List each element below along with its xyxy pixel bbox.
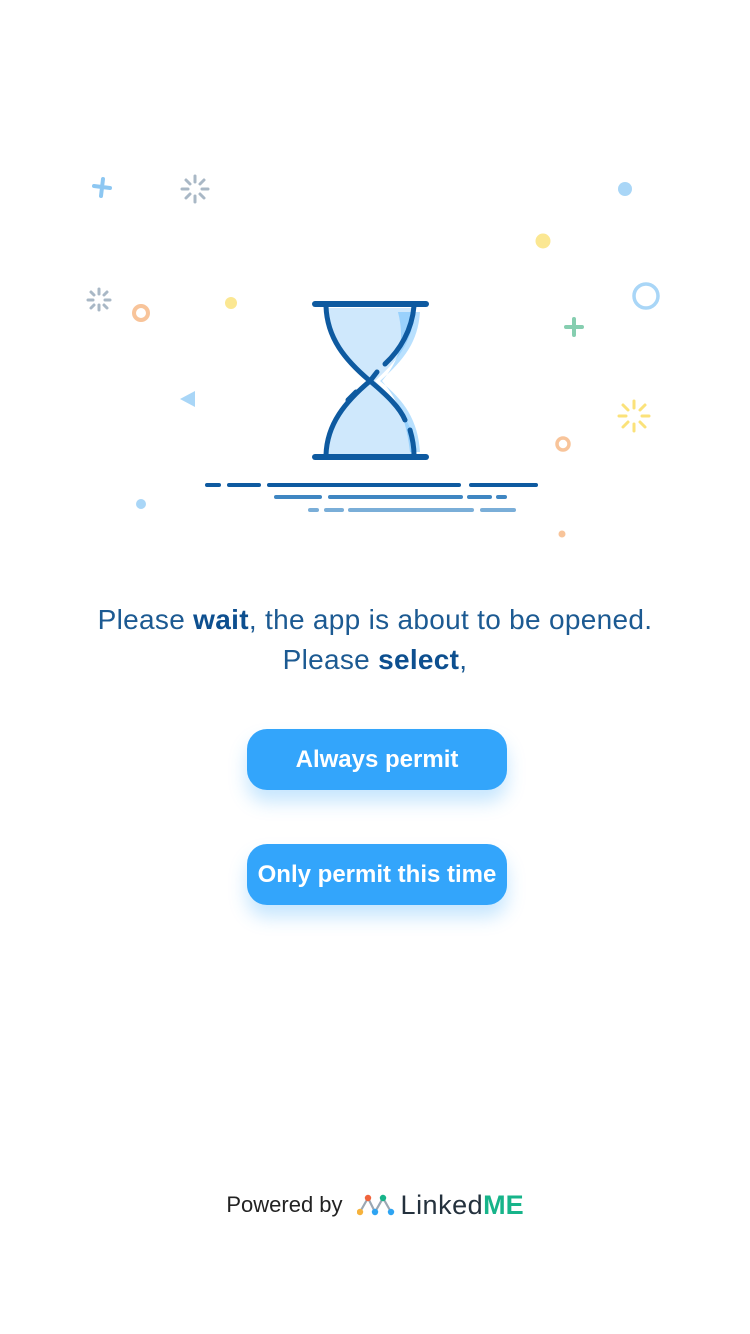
always-permit-button[interactable]: Always permit bbox=[247, 729, 507, 790]
emphasis-select: select bbox=[378, 644, 460, 675]
linkedme-logo-icon bbox=[356, 1194, 394, 1216]
brand-me-text: ME bbox=[483, 1189, 524, 1220]
only-permit-this-time-button[interactable]: Only permit this time bbox=[247, 844, 507, 905]
only-permit-label: Only permit this time bbox=[257, 860, 497, 888]
message-line-1: Please wait, the app is about to be open… bbox=[97, 604, 653, 635]
hourglass-illustration bbox=[86, 174, 660, 538]
always-permit-label: Always permit bbox=[295, 745, 459, 773]
powered-by-label: Powered by bbox=[226, 1192, 343, 1217]
brand-linked-text: Linked bbox=[400, 1189, 484, 1220]
message-line-2: Please select, bbox=[282, 644, 468, 675]
footer: Powered by Linked ME bbox=[0, 1185, 750, 1225]
ground-lines bbox=[205, 483, 538, 512]
emphasis-wait: wait bbox=[193, 604, 249, 635]
hourglass-icon bbox=[312, 301, 429, 460]
wait-message: Please wait, the app is about to be open… bbox=[0, 600, 750, 680]
